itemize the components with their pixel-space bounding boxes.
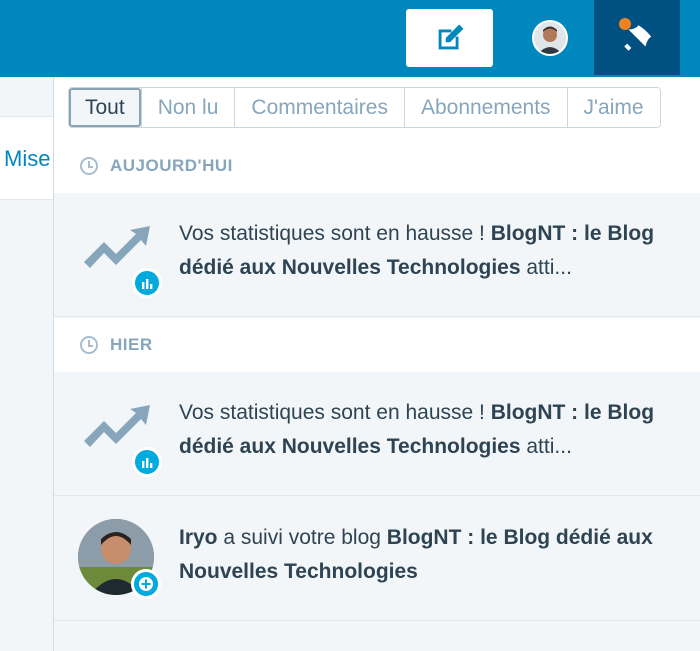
section-label: AUJOURD'HUI (110, 156, 233, 175)
clock-icon (80, 336, 98, 354)
stats-badge (132, 268, 162, 298)
trending-up-icon (84, 405, 150, 447)
write-button[interactable] (406, 9, 493, 67)
clock-icon (80, 157, 98, 175)
filter-follows[interactable]: Abonnements (403, 88, 567, 127)
filter-unread[interactable]: Non lu (140, 88, 235, 127)
background-link[interactable]: Mise (4, 146, 50, 172)
unread-indicator (619, 18, 631, 30)
filter-comments[interactable]: Commentaires (234, 88, 404, 127)
filter-tabs: Tout Non lu Commentaires Abonnements J'a… (68, 87, 661, 128)
plus-icon (139, 577, 153, 591)
pencil-square-icon (438, 24, 463, 50)
notification-item[interactable]: Iryo a suivi votre blog BlogNT : le Blog… (54, 497, 700, 621)
stats-icon-wrap (80, 216, 162, 298)
stats-icon-wrap (80, 395, 162, 477)
notification-text: Iryo a suivi votre blog BlogNT : le Blog… (179, 526, 653, 583)
trending-up-icon (84, 226, 150, 268)
section-header-today: AUJOURD'HUI (54, 139, 700, 193)
masterbar (0, 0, 700, 77)
stats-badge (132, 447, 162, 477)
filter-all[interactable]: Tout (69, 88, 141, 127)
notification-text: Vos statistiques sont en hausse ! BlogNT… (179, 222, 655, 279)
bar-chart-icon (142, 279, 153, 289)
notifications-panel: Tout Non lu Commentaires Abonnements J'a… (53, 77, 700, 651)
notification-item[interactable]: Vos statistiques sont en hausse ! BlogNT… (54, 193, 700, 317)
section-label: HIER (110, 335, 153, 354)
user-avatar[interactable] (532, 20, 568, 56)
avatar-image (534, 22, 566, 54)
notification-item[interactable]: Vos statistiques sont en hausse ! BlogNT… (54, 372, 700, 496)
filter-likes[interactable]: J'aime (566, 88, 660, 127)
bar-chart-icon (142, 458, 153, 468)
notification-text: Vos statistiques sont en hausse ! BlogNT… (179, 401, 655, 458)
follow-badge (131, 569, 161, 599)
notifications-button[interactable] (594, 0, 680, 75)
filter-bar: Tout Non lu Commentaires Abonnements J'a… (54, 77, 700, 139)
section-header-yesterday: HIER (54, 318, 700, 372)
